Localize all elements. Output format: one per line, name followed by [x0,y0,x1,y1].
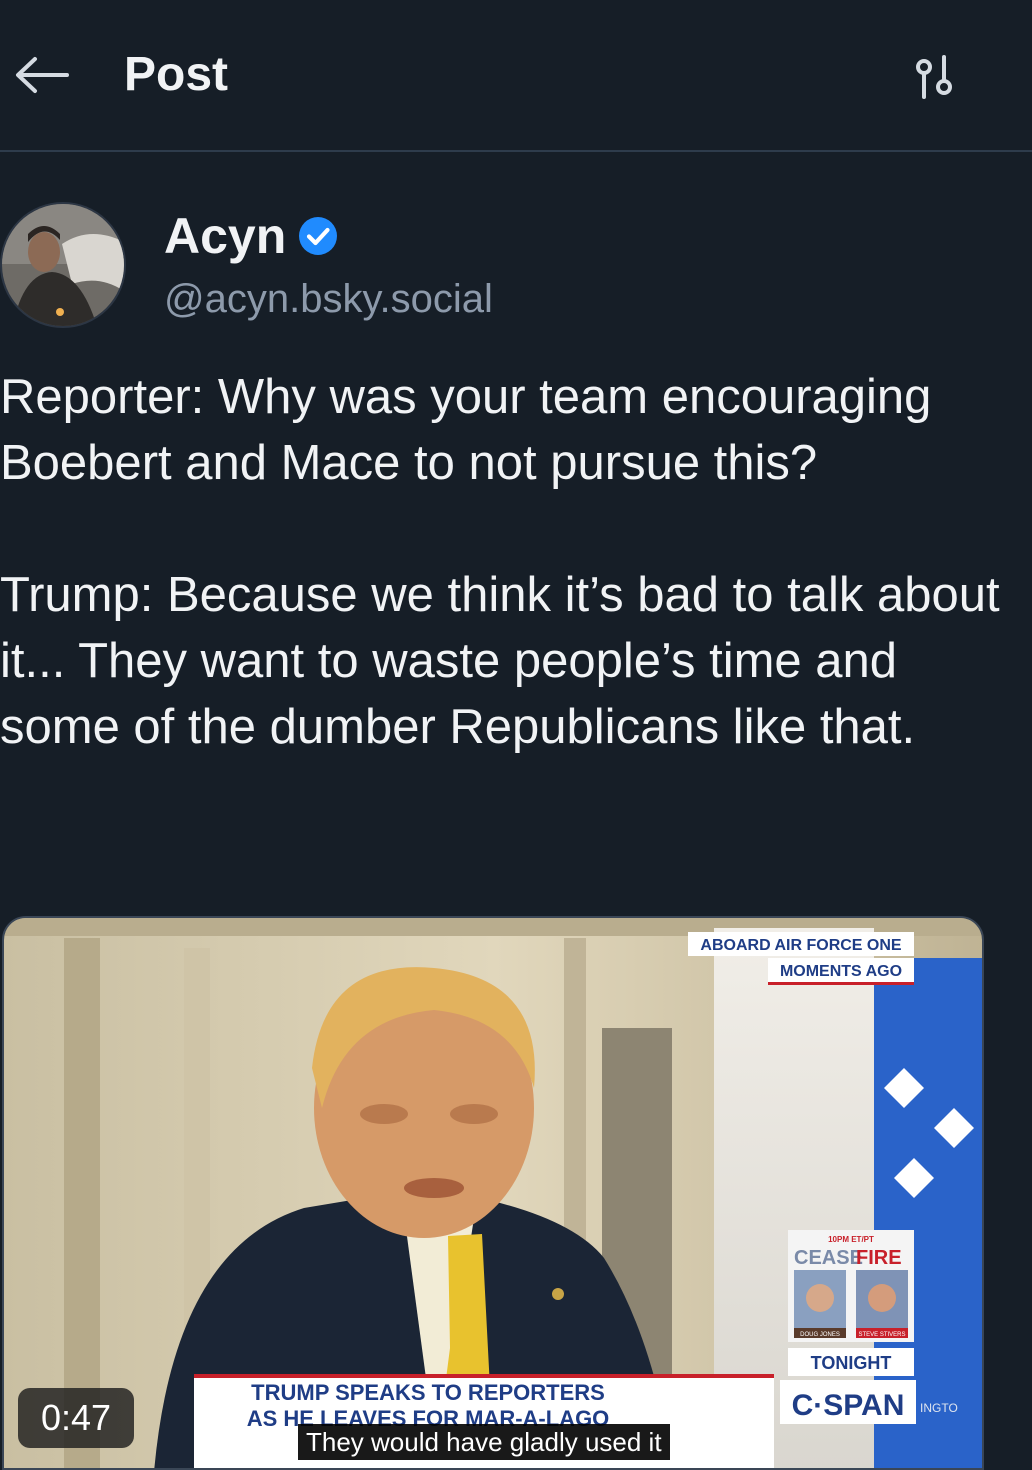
promo-time: 10PM ET/PT [828,1235,874,1244]
promo-name-right: STEVE STIVERS [858,1332,905,1338]
promo-fire: FIRE [856,1247,902,1269]
network-logo: C·SPAN [792,1389,905,1422]
post-paragraph-trump: Trump: Because we think it’s bad to talk… [0,568,1000,754]
back-button[interactable] [10,48,72,102]
video-player[interactable]: ABOARD AIR FORCE ONE MOMENTS AGO 10PM ET… [2,916,984,1470]
sliders-icon [916,55,952,99]
post-author: Acyn @acyn.bsky.social [0,200,1032,330]
promo-cease: CEASE [794,1247,863,1269]
chyron-line-1: TRUMP SPEAKS TO REPORTERS [251,1380,605,1405]
top-bar: Post [0,0,1032,152]
promo-tonight: TONIGHT [811,1353,892,1373]
author-handle[interactable]: @acyn.bsky.social [164,274,493,324]
arrow-left-icon [16,57,69,93]
post-paragraph-reporter: Reporter: Why was your team encouraging … [0,370,932,490]
thread-settings-button[interactable] [904,50,964,104]
bug-line-1: ABOARD AIR FORCE ONE [700,937,902,954]
video-caption: They would have gladly used it [298,1424,670,1460]
avatar[interactable] [0,202,126,328]
video-duration-badge[interactable]: 0:47 [18,1388,134,1448]
display-name[interactable]: Acyn [164,206,286,266]
bug-line-2: MOMENTS AGO [780,963,902,980]
display-name-row: Acyn [164,206,338,266]
verified-check-icon [299,217,338,255]
page-title: Post [124,48,229,101]
side-text: INGTO [920,1401,958,1415]
post-body: Reporter: Why was your team encouraging … [0,364,1020,760]
video-frame: ABOARD AIR FORCE ONE MOMENTS AGO 10PM ET… [4,918,982,1468]
promo-name-left: DOUG JONES [800,1332,840,1338]
avatar-photo [2,204,124,326]
